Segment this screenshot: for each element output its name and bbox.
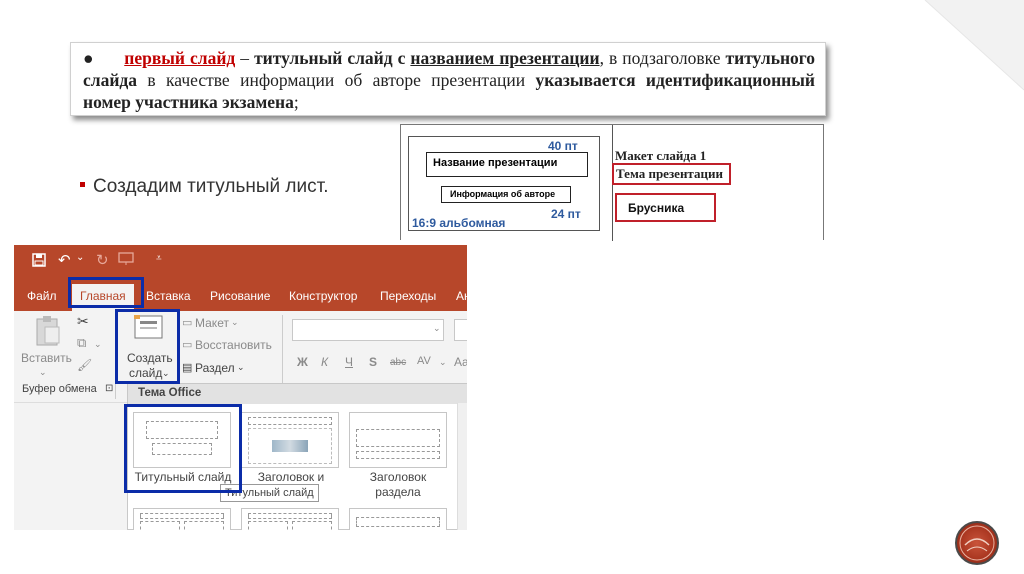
section-dropdown-icon[interactable]: ⌄ — [237, 362, 245, 373]
title-bar: ↶ ⌄ ↻ ⩡ — [14, 245, 467, 281]
section-button[interactable]: Раздел — [195, 361, 235, 375]
layout-dropdown-icon[interactable]: ⌄ — [231, 317, 239, 328]
layout-thumb-row2-2[interactable] — [241, 508, 339, 530]
size-40-label: 40 пт — [548, 139, 578, 153]
undo-icon[interactable]: ↶ — [58, 251, 71, 269]
ratio-label: 16:9 альбомная — [412, 216, 506, 230]
powerpoint-screenshot: ↶ ⌄ ↻ ⩡ Файл Главная Вставка Рисование К… — [14, 245, 467, 530]
size-24-label: 24 пт — [551, 207, 581, 221]
undo-dropdown-icon[interactable]: ⌄ — [76, 252, 84, 263]
brusnika-label: Брусника — [615, 193, 716, 222]
shadow-button[interactable]: S — [369, 355, 377, 369]
spacing-button[interactable]: AV — [417, 355, 431, 367]
format-painter-icon[interactable]: 🖌 — [77, 358, 92, 372]
paste-button[interactable]: Вставить — [21, 351, 72, 365]
section-icon[interactable]: ▤ — [182, 361, 192, 374]
paste-dropdown-icon[interactable]: ⌄ — [39, 367, 47, 378]
instruction-dash: – — [235, 48, 255, 68]
tab-insert[interactable]: Вставка — [146, 289, 191, 303]
author-placeholder: Информация об авторе — [441, 186, 571, 203]
bold-button[interactable]: Ж — [297, 355, 308, 369]
instruction-text-2: в качестве информации об авторе презента… — [137, 70, 536, 90]
layout-thumb-section-header[interactable] — [349, 412, 447, 468]
font-size-input[interactable] — [454, 319, 467, 341]
underline-button[interactable]: Ч — [345, 355, 353, 369]
instruction-text-3: ; — [293, 92, 299, 112]
italic-button[interactable]: К — [321, 355, 328, 369]
font-dropdown-icon[interactable]: ⌄ — [433, 323, 441, 334]
instruction-bold-1: титульный слайд с — [254, 48, 406, 68]
tema-label: Тема презентации — [612, 163, 731, 185]
font-name-input[interactable] — [292, 319, 444, 341]
layout-label-title-content[interactable]: Заголовок и — [239, 470, 343, 485]
gallery-header: Тема Office — [128, 384, 467, 404]
logo-emblem — [955, 521, 999, 565]
reset-button[interactable]: Восстановить — [195, 338, 272, 352]
tab-draw[interactable]: Рисование — [210, 289, 270, 303]
customize-icon[interactable]: ⩡ — [156, 253, 162, 264]
bullet-square-icon — [80, 182, 85, 188]
highlight-title-slide — [124, 404, 242, 493]
save-icon[interactable] — [32, 253, 46, 271]
layout-thumb-row2-3[interactable] — [349, 508, 447, 530]
cut-icon[interactable]: ✂ — [77, 313, 89, 330]
paste-icon[interactable] — [34, 315, 62, 350]
tab-design[interactable]: Конструктор — [289, 289, 357, 303]
tab-transitions[interactable]: Переходы — [380, 289, 436, 303]
reset-icon[interactable]: ▭ — [182, 338, 192, 351]
copy-dropdown-icon[interactable]: ⌄ — [94, 339, 102, 350]
decorative-slope — [880, 0, 1024, 574]
layout-label-section-header[interactable]: Заголовок раздела — [352, 470, 444, 500]
instruction-red-term: первый слайд — [124, 48, 236, 68]
title-placeholder: Название презентации — [426, 152, 588, 177]
bullet-item: Создадим титульный лист. — [80, 176, 328, 198]
instruction-text-1: , в подзаголовке — [599, 48, 721, 68]
tab-file[interactable]: Файл — [27, 289, 57, 303]
clipboard-group-label: Буфер обмена — [22, 383, 97, 395]
instruction-underlined: названием презентации — [410, 48, 600, 68]
layout-thumb-row2-1[interactable] — [133, 508, 231, 530]
bullet-text: Создадим титульный лист. — [93, 176, 329, 197]
maket-label: Макет слайда 1 — [615, 148, 707, 163]
strikethrough-button[interactable]: abc — [390, 357, 406, 368]
layout-table: 40 пт Название презентации Информация об… — [400, 124, 824, 241]
presentation-icon[interactable] — [118, 252, 134, 270]
change-case-button[interactable]: Aa — [454, 355, 467, 369]
instruction-bullet: ● — [83, 48, 95, 68]
layout-button[interactable]: Макет — [195, 316, 229, 330]
highlight-home-tab — [68, 277, 144, 308]
instruction-box: ● первый слайд – титульный слайд с назва… — [70, 42, 826, 116]
redo-icon[interactable]: ↻ — [96, 251, 109, 269]
highlight-new-slide — [115, 309, 180, 384]
layout-icon[interactable]: ▭ — [182, 316, 192, 329]
copy-icon[interactable]: ⧉ — [77, 335, 86, 351]
dialog-launcher-icon[interactable]: ⊡ — [105, 383, 113, 394]
layout-thumb-title-content[interactable] — [241, 412, 339, 468]
gallery-scrollbar[interactable] — [457, 403, 467, 530]
tab-animations[interactable]: Ан — [456, 289, 467, 303]
spacing-dropdown-icon[interactable]: ⌄ — [439, 357, 447, 368]
